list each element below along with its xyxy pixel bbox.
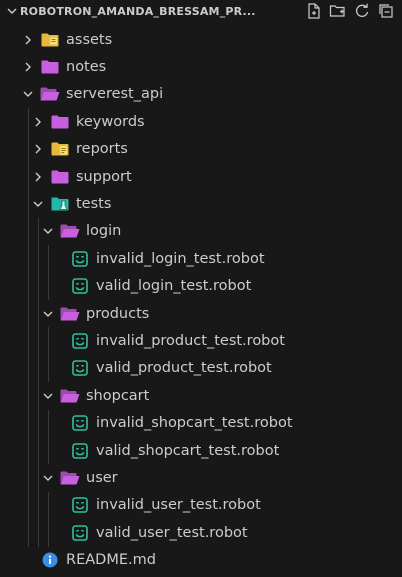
info-icon (40, 551, 60, 569)
folder-icon (50, 113, 70, 131)
folder-open-icon (60, 222, 80, 240)
tree-file[interactable]: README.md (0, 546, 402, 573)
indent-guide (48, 327, 49, 383)
tree-item-label: user (86, 469, 118, 486)
tree-folder-serverest-api[interactable]: serverest_api (0, 81, 402, 108)
tree-item-label: invalid_user_test.robot (96, 497, 261, 514)
robot-file-icon (70, 332, 90, 350)
collapse-all-icon[interactable] (376, 1, 396, 21)
folder-icon (50, 168, 70, 186)
robot-file-icon (70, 442, 90, 460)
tree-item-label: tests (76, 196, 112, 213)
tree-item-label: invalid_product_test.robot (96, 332, 285, 349)
indent-guide (38, 217, 39, 547)
new-folder-icon[interactable] (328, 1, 348, 21)
chevron-right-icon[interactable] (20, 59, 36, 75)
folder-open-icon (60, 305, 80, 323)
tree-folder-reports[interactable]: reports (0, 136, 402, 163)
tree-folder-assets[interactable]: assets (0, 26, 402, 53)
tree-item-label: reports (76, 141, 128, 158)
folder-open-icon (60, 469, 80, 487)
indent-guide (28, 108, 29, 547)
folder-open-icon (40, 85, 60, 103)
tree-file[interactable]: valid_user_test.robot (0, 519, 402, 546)
tree-item-label: invalid_login_test.robot (96, 250, 265, 267)
tree-file[interactable]: invalid_user_test.robot (0, 492, 402, 519)
tree-item-label: login (86, 223, 122, 240)
tree-file[interactable]: invalid_login_test.robot (0, 245, 402, 272)
tree-folder-keywords[interactable]: keywords (0, 108, 402, 135)
tree-item-label: invalid_shopcart_test.robot (96, 415, 293, 432)
new-file-icon[interactable] (304, 1, 324, 21)
tree-item-label: serverest_api (66, 86, 164, 103)
robot-file-icon (70, 359, 90, 377)
refresh-icon[interactable] (352, 1, 372, 21)
chevron-down-icon[interactable] (40, 223, 56, 239)
tree-item-label: products (86, 305, 150, 322)
tree-file[interactable]: valid_product_test.robot (0, 355, 402, 382)
tree-item-label: README.md (66, 552, 156, 569)
tree-item-label: assets (66, 31, 113, 48)
tree-file[interactable]: invalid_product_test.robot (0, 327, 402, 354)
workspace-title[interactable]: ROBOTRON_AMANDA_BRESSAM_PR... (20, 5, 274, 18)
robot-file-icon (70, 250, 90, 268)
folder-icon (40, 58, 60, 76)
file-tree: assets notes serverest_api keywords reports s… (0, 26, 402, 574)
tree-folder-user[interactable]: user (0, 464, 402, 491)
indent-guide (48, 409, 49, 465)
explorer-header[interactable]: ROBOTRON_AMANDA_BRESSAM_PR... (0, 0, 402, 22)
chevron-down-icon[interactable] (40, 306, 56, 322)
tree-item-label: valid_login_test.robot (96, 278, 252, 295)
tree-folder-products[interactable]: products (0, 300, 402, 327)
chevron-down-icon[interactable] (40, 470, 56, 486)
tree-folder-tests[interactable]: tests (0, 190, 402, 217)
tree-item-label: valid_product_test.robot (96, 360, 272, 377)
indent-guide (48, 491, 49, 547)
chevron-right-icon[interactable] (30, 169, 46, 185)
tree-file[interactable]: invalid_shopcart_test.robot (0, 409, 402, 436)
chevron-down-icon[interactable] (40, 388, 56, 404)
tests-folder-icon (50, 195, 70, 213)
chevron-down-icon[interactable] (20, 86, 36, 102)
reports-folder-icon (50, 140, 70, 158)
tree-item-label: notes (66, 59, 107, 76)
tree-folder-login[interactable]: login (0, 218, 402, 245)
tree-item-label: keywords (76, 113, 145, 130)
tree-item-label: shopcart (86, 387, 150, 404)
chevron-right-icon[interactable] (20, 32, 36, 48)
tree-file[interactable]: valid_shopcart_test.robot (0, 437, 402, 464)
tree-folder-notes[interactable]: notes (0, 53, 402, 80)
indent-guide (48, 245, 49, 300)
robot-file-icon (70, 496, 90, 514)
robot-file-icon (70, 524, 90, 542)
folder-open-icon (60, 387, 80, 405)
chevron-down-icon[interactable] (4, 3, 20, 19)
tree-item-label: valid_user_test.robot (96, 524, 248, 541)
tree-folder-shopcart[interactable]: shopcart (0, 382, 402, 409)
tree-file[interactable]: valid_login_test.robot (0, 273, 402, 300)
robot-file-icon (70, 414, 90, 432)
explorer-actions (304, 1, 396, 21)
tree-folder-support[interactable]: support (0, 163, 402, 190)
tree-item-label: support (76, 168, 132, 185)
robot-file-icon (70, 277, 90, 295)
tree-item-label: valid_shopcart_test.robot (96, 442, 280, 459)
chevron-right-icon[interactable] (30, 114, 46, 130)
assets-folder-icon (40, 31, 60, 49)
chevron-down-icon[interactable] (30, 196, 46, 212)
chevron-right-icon[interactable] (30, 141, 46, 157)
